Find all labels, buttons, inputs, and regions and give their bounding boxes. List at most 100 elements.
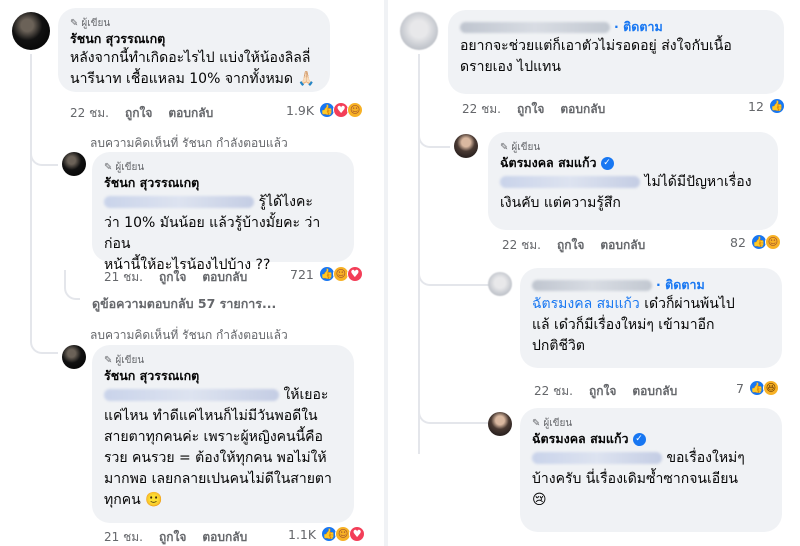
commenter-name[interactable]: รัชนก สุวรรณเกตุ xyxy=(104,367,342,385)
follow-button[interactable]: · ติดตาม xyxy=(614,18,663,36)
comment-actions: 22 ชม. ถูกใจ ตอบกลับ xyxy=(462,100,605,119)
thread-line xyxy=(30,54,32,314)
reaction-summary[interactable]: 82 👍 ☺ xyxy=(730,234,781,250)
thread-connector xyxy=(418,250,490,286)
reply-button[interactable]: ตอบกลับ xyxy=(168,104,213,123)
blurred-mention xyxy=(104,389,279,401)
author-badge: ✎ ผู้เขียน xyxy=(500,141,541,153)
comment-text-line: อยากจะช่วยแต่ก็เอาตัวไม่รอดอยู่ ส่งใจกับ… xyxy=(460,38,732,54)
blurred-name xyxy=(460,21,610,33)
comment-text-line: แล้ เด๋วก็มีเรื่องใหม่ๆ เข้ามาอีก xyxy=(532,317,715,333)
comment-text-line: ทุกคน 🙂 xyxy=(104,492,163,508)
thread-connector xyxy=(418,380,490,424)
left-comment-panel: ✎ ผู้เขียน รัชนก สุวรรณเกตุ หลังจากนี้ทำ… xyxy=(0,0,380,546)
reply-button[interactable]: ตอบกลับ xyxy=(202,528,247,546)
reaction-summary[interactable]: 721 👍 ☺ ♥ xyxy=(290,266,363,282)
reaction-summary[interactable]: 1.9K 👍 ♥ ☺ xyxy=(286,102,364,118)
avatar[interactable] xyxy=(12,12,50,50)
care-reaction-icon: ☺ xyxy=(347,102,364,118)
avatar[interactable] xyxy=(400,12,438,50)
timestamp[interactable]: 22 ชม. xyxy=(70,104,109,123)
commenter-name[interactable]: · ติดตาม xyxy=(460,18,772,36)
comment-bubble: ✎ ผู้เขียน รัชนก สุวรรณเกตุ รู้ได้ไงคะ ว… xyxy=(92,152,354,273)
avatar[interactable] xyxy=(454,134,478,158)
reaction-count: 1.1K xyxy=(288,526,317,542)
comment-text-line: บ้างครับ นี่เรื่องเดิมซ้ำซากจนเอียน xyxy=(532,471,738,487)
comment-actions: 22 ชม. ถูกใจ ตอบกลับ xyxy=(534,382,677,401)
blurred-mention xyxy=(532,452,662,464)
avatar[interactable] xyxy=(62,345,86,369)
like-button[interactable]: ถูกใจ xyxy=(589,382,616,401)
commenter-name[interactable]: ฉัตรมงคล สมแก้ว ✓ xyxy=(532,430,770,448)
pencil-icon: ✎ xyxy=(70,17,79,29)
timestamp[interactable]: 21 ชม. xyxy=(104,268,143,287)
commenter-name[interactable]: รัชนก สุวรรณเกตุ xyxy=(104,174,342,192)
reaction-count: 82 xyxy=(730,234,746,250)
view-more-replies[interactable]: ดูข้อความตอบกลับ 57 รายการ... xyxy=(92,294,276,314)
love-reaction-icon: ♥ xyxy=(349,526,366,542)
reaction-summary[interactable]: 7 👍 😆 xyxy=(736,380,779,396)
comment-actions: 22 ชม. ถูกใจ ตอบกลับ xyxy=(70,104,213,123)
verified-badge-icon: ✓ xyxy=(600,156,614,170)
like-button[interactable]: ถูกใจ xyxy=(159,528,186,546)
follow-button[interactable]: · ติดตาม xyxy=(656,276,705,294)
reply-button[interactable]: ตอบกลับ xyxy=(632,382,677,401)
reaction-summary[interactable]: 1.1K 👍 ☺ ♥ xyxy=(288,526,366,542)
right-comment-panel: · ติดตาม อยากจะช่วยแต่ก็เอาตัวไม่รอดอยู่… xyxy=(392,0,800,546)
author-badge: ✎ ผู้เขียน xyxy=(70,17,111,29)
comment-text-line: ขอเรื่องใหม่ๆ xyxy=(532,448,770,469)
commenter-name[interactable]: รัชนก สุวรรณเกตุ xyxy=(70,30,318,48)
timestamp[interactable]: 21 ชม. xyxy=(104,528,143,546)
comment-text-line: รู้ได้ไงคะ xyxy=(104,192,342,213)
haha-reaction-icon: 😆 xyxy=(762,380,779,396)
thread-connector xyxy=(30,100,58,166)
avatar[interactable] xyxy=(488,272,512,296)
timestamp[interactable]: 22 ชม. xyxy=(502,236,541,255)
comment-text-line: ไม่ได้มีปัญหาเรื่อง xyxy=(500,172,766,193)
like-button[interactable]: ถูกใจ xyxy=(125,104,152,123)
commenter-name[interactable]: · ติดตาม xyxy=(532,276,770,294)
comment-text-line: 😢 xyxy=(532,492,547,508)
removed-comment-notice: ลบความคิดเห็นที่ รัชนก กำลังตอบแล้ว xyxy=(90,136,288,150)
comment-bubble: ✎ ผู้เขียน รัชนก สุวรรณเกตุ หลังจากนี้ทำ… xyxy=(58,8,330,92)
like-button[interactable]: ถูกใจ xyxy=(159,268,186,287)
thread-connector xyxy=(64,270,80,300)
panel-divider xyxy=(384,0,388,546)
comment-bubble: · ติดตาม ฉัตรมงคล สมแก้ว เด๋วก็ผ่านพ้นไป… xyxy=(520,268,782,368)
thread-connector xyxy=(30,310,58,354)
like-button[interactable]: ถูกใจ xyxy=(517,100,544,119)
author-badge: ✎ ผู้เขียน xyxy=(104,354,145,366)
reaction-count: 12 xyxy=(748,98,764,114)
timestamp[interactable]: 22 ชม. xyxy=(534,382,573,401)
author-badge: ✎ ผู้เขียน xyxy=(104,161,145,173)
pencil-icon: ✎ xyxy=(532,417,541,429)
like-reaction-icon: 👍 xyxy=(768,98,785,114)
like-button[interactable]: ถูกใจ xyxy=(557,236,584,255)
commenter-name[interactable]: ฉัตรมงคล สมแก้ว ✓ xyxy=(500,154,766,172)
avatar[interactable] xyxy=(62,152,86,176)
comment-bubble: · ติดตาม อยากจะช่วยแต่ก็เอาตัวไม่รอดอยู่… xyxy=(448,10,784,94)
comment-text-line: เงินคับ แต่ความรู้สึก xyxy=(500,195,621,211)
blurred-mention xyxy=(500,176,640,188)
reply-button[interactable]: ตอบกลับ xyxy=(560,100,605,119)
mentioned-user-link[interactable]: ฉัตรมงคล สมแก้ว xyxy=(532,296,640,312)
thread-connector xyxy=(418,118,450,148)
blurred-name xyxy=(532,279,652,291)
timestamp[interactable]: 22 ชม. xyxy=(462,100,501,119)
pencil-icon: ✎ xyxy=(104,354,113,366)
author-badge: ✎ ผู้เขียน xyxy=(532,417,573,429)
avatar[interactable] xyxy=(488,412,512,436)
love-reaction-icon: ♥ xyxy=(346,266,363,282)
reaction-count: 721 xyxy=(290,266,314,282)
comment-text-line: มากพอ เลยกลายเปนคนไม่ดีในสายตา xyxy=(104,471,332,487)
reply-button[interactable]: ตอบกลับ xyxy=(202,268,247,287)
reaction-summary[interactable]: 12 👍 xyxy=(748,98,785,114)
pencil-icon: ✎ xyxy=(500,141,509,153)
comment-text-line: ให้เยอะ xyxy=(104,385,342,406)
comment-text-line: แค่ไหน ทำดีแค่ไหนก็ไม่มีวันพอดีใน xyxy=(104,408,318,424)
removed-comment-notice: ลบความคิดเห็นที่ รัชนก กำลังตอบแล้ว xyxy=(90,328,288,342)
reply-button[interactable]: ตอบกลับ xyxy=(600,236,645,255)
comment-text-line: รวย คนรวย = ต้องให้ทุกคน พอไม่ให้ xyxy=(104,450,327,466)
verified-badge-icon: ✓ xyxy=(632,432,646,446)
comment-text-line: ปกติชีวิต xyxy=(532,338,585,354)
